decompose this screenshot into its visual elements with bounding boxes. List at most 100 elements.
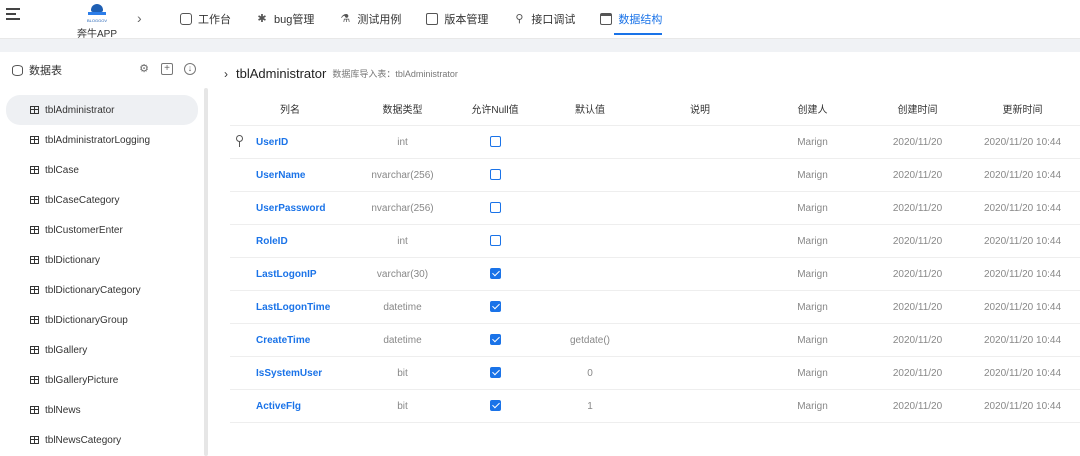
table-header-row: 列名 数据类型 允许Null值 默认值 说明 创建人 创建时间 更新时间 — [230, 92, 1080, 126]
nav-test-cases[interactable]: ⚗ 测试用例 — [339, 0, 401, 38]
creator-cell: Marign — [755, 224, 870, 258]
updated-time-cell: 2020/11/20 10:44 — [965, 224, 1080, 258]
table-row[interactable]: UserID int Marign 2020/11/20 2020/11/20 10:4… — [230, 125, 1080, 159]
sidebar-table-item[interactable]: tblDictionary — [6, 245, 198, 275]
expand-chevron-icon[interactable]: › — [224, 67, 228, 81]
column-name-cell[interactable]: LastLogonIP — [230, 257, 350, 291]
table-row[interactable]: CreateTime datetime getdate() Marign 2020/11… — [230, 323, 1080, 357]
version-icon — [426, 13, 439, 25]
nav-api-debug[interactable]: ⚲ 接口调试 — [513, 0, 575, 38]
table-icon — [30, 166, 39, 174]
column-name-cell[interactable]: UserPassword — [230, 191, 350, 225]
allow-null-checkbox[interactable] — [489, 334, 501, 346]
download-icon[interactable]: ↓ — [184, 63, 196, 75]
table-row[interactable]: LastLogonTime datetime Marign 2020/11/20 202… — [230, 290, 1080, 324]
data-type-cell: bit — [350, 389, 455, 423]
table-icon — [30, 196, 39, 204]
updated-time-cell: 2020/11/20 10:44 — [965, 290, 1080, 324]
app-name: 奔牛APP — [76, 29, 117, 40]
created-time-cell: 2020/11/20 — [870, 158, 965, 192]
updated-time-cell: 2020/11/20 10:44 — [965, 257, 1080, 291]
sidebar-table-item[interactable]: tblNewsCategory — [6, 425, 198, 455]
app-brand[interactable]: BLOGGOV 奔牛APP — [72, 4, 122, 40]
table-row[interactable]: IsSystemUser bit 0 Marign 2020/11/20 2020/11/… — [230, 356, 1080, 390]
add-table-icon[interactable]: + — [161, 63, 173, 75]
created-time-cell: 2020/11/20 — [870, 389, 965, 423]
updated-time-cell: 2020/11/20 10:44 — [965, 389, 1080, 423]
updated-time-cell: 2020/11/20 10:44 — [965, 191, 1080, 225]
column-name: UserID — [256, 136, 289, 148]
column-name-cell[interactable]: ActiveFlg — [230, 389, 350, 423]
table-row[interactable]: UserName nvarchar(256) Marign 2020/11/20 202… — [230, 158, 1080, 192]
column-header: 更新时间 — [965, 92, 1080, 126]
sidebar-table-item[interactable]: tblNews — [6, 395, 198, 425]
sidebar-table-item[interactable]: tblAdministratorLogging — [6, 125, 198, 155]
column-name-cell[interactable]: RoleID — [230, 224, 350, 258]
column-name-cell[interactable]: LastLogonTime — [230, 290, 350, 324]
nav-label: 测试用例 — [357, 14, 402, 26]
updated-time-cell: 2020/11/20 10:44 — [965, 158, 1080, 192]
description-cell — [645, 125, 755, 159]
nullable-cell — [455, 191, 535, 225]
description-cell — [645, 323, 755, 357]
sidebar-table-label: tblDictionary — [45, 254, 101, 266]
table-row[interactable]: ActiveFlg bit 1 Marign 2020/11/20 2020/11/20 … — [230, 389, 1080, 423]
sidebar-table-item[interactable]: tblCase — [6, 155, 198, 185]
allow-null-checkbox[interactable] — [489, 301, 501, 313]
column-name: CreateTime — [256, 334, 311, 346]
sidebar-table-label: tblGallery — [45, 344, 88, 356]
table-detail-panel: › tblAdministrator 数据库导入表：tblAdministrat… — [210, 52, 1080, 456]
table-icon — [30, 436, 39, 444]
nav-workbench[interactable]: 工作台 — [180, 0, 231, 38]
table-icon — [30, 316, 39, 324]
nav-label: 数据结构 — [618, 14, 663, 26]
sidebar-table-label: tblNews — [45, 404, 81, 416]
default-value-cell — [535, 257, 645, 291]
creator-cell: Marign — [755, 356, 870, 390]
allow-null-checkbox[interactable] — [489, 268, 501, 280]
allow-null-checkbox[interactable] — [489, 367, 501, 379]
nav-bug-management[interactable]: ✱ bug管理 — [256, 0, 314, 38]
allow-null-checkbox[interactable] — [489, 202, 501, 214]
nullable-cell — [455, 257, 535, 291]
table-row[interactable]: UserPassword nvarchar(256) Marign 2020/11/2… — [230, 191, 1080, 225]
sidebar-table-item[interactable]: tblAdministrator — [6, 95, 198, 125]
nav-label: 工作台 — [198, 14, 231, 26]
table-row[interactable]: LastLogonIP varchar(30) Marign 2020/11/20 20… — [230, 257, 1080, 291]
sidebar-table-item[interactable]: tblDictionaryGroup — [6, 305, 198, 335]
created-time-cell: 2020/11/20 — [870, 356, 965, 390]
sidebar-scrollbar[interactable] — [204, 88, 208, 456]
allow-null-checkbox[interactable] — [489, 400, 501, 412]
column-name: LastLogonTime — [256, 301, 331, 313]
description-cell — [645, 191, 755, 225]
creator-cell: Marign — [755, 158, 870, 192]
sidebar-table-label: tblCustomerEnter — [45, 224, 123, 236]
sidebar-table-item[interactable]: tblCaseCategory — [6, 185, 198, 215]
chevron-right-icon[interactable]: › — [137, 10, 142, 26]
sidebar-table-item[interactable]: tblGallery — [6, 335, 198, 365]
creator-cell: Marign — [755, 290, 870, 324]
data-type-cell: int — [350, 224, 455, 258]
sidebar-table-item[interactable]: tblCustomerEnter — [6, 215, 198, 245]
sidebar-table-item[interactable]: tblDictionaryCategory — [6, 275, 198, 305]
allow-null-checkbox[interactable] — [489, 136, 501, 148]
nav-data-structure[interactable]: 数据结构 — [600, 0, 663, 38]
allow-null-checkbox[interactable] — [489, 235, 501, 247]
hamburger-menu-icon[interactable] — [6, 8, 20, 23]
nullable-cell — [455, 356, 535, 390]
column-name-cell[interactable]: UserName — [230, 158, 350, 192]
data-type-cell: varchar(30) — [350, 257, 455, 291]
nav-version-management[interactable]: 版本管理 — [426, 0, 488, 38]
column-name-cell[interactable]: CreateTime — [230, 323, 350, 357]
column-name-cell[interactable]: UserID — [230, 125, 350, 159]
sidebar-table-item[interactable]: tblGalleryPicture — [6, 365, 198, 395]
current-table-name: tblAdministrator — [236, 66, 327, 81]
allow-null-checkbox[interactable] — [489, 169, 501, 181]
sidebar-table-label: tblCaseCategory — [45, 194, 120, 206]
sidebar-table-label: tblGalleryPicture — [45, 374, 119, 386]
settings-gear-icon[interactable]: ⚙ — [138, 63, 150, 75]
column-name-cell[interactable]: IsSystemUser — [230, 356, 350, 390]
table-row[interactable]: RoleID int Marign 2020/11/20 2020/11/20 10:4… — [230, 224, 1080, 258]
nullable-cell — [455, 158, 535, 192]
column-name: UserName — [256, 169, 306, 181]
